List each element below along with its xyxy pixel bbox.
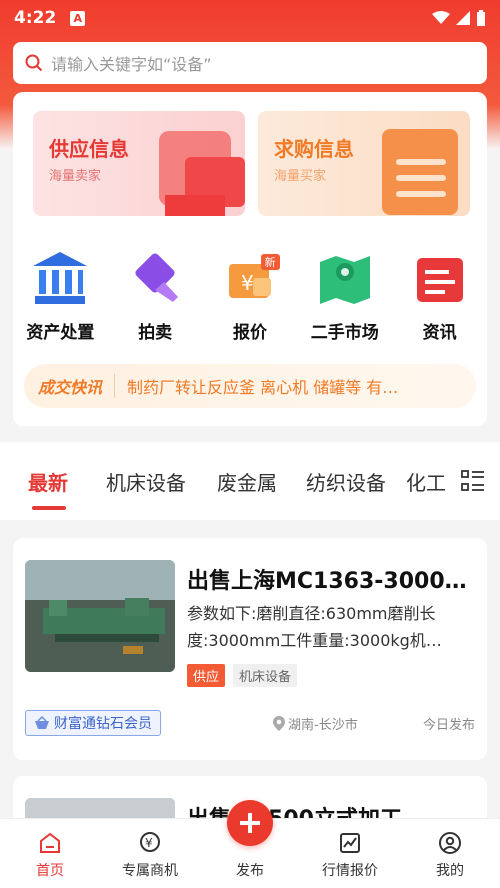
- status-time: 4:22: [14, 8, 57, 28]
- listing-description: 参数如下:磨削直径:630mm磨削长度:3000mm工件重量:3000kg机…: [187, 604, 442, 650]
- shortcut-second-hand[interactable]: 二手市场: [297, 250, 392, 350]
- nav-market-quotes[interactable]: 行情报价: [300, 819, 400, 888]
- shortcut-label: 资产处置: [26, 323, 95, 343]
- shortcut-label: 资讯: [422, 323, 457, 343]
- listing-title: 出售上海MC1363-3000…: [187, 569, 467, 594]
- member-badge: 财富通钻石会员: [25, 710, 161, 736]
- svg-text:¥: ¥: [145, 836, 153, 850]
- shortcut-row: 资产处置 拍卖 ¥ 新 报价 二手市场 资讯: [13, 250, 487, 350]
- nav-label: 发布: [236, 863, 264, 879]
- shortcut-asset-disposal[interactable]: 资产处置: [13, 250, 108, 350]
- shortcut-news[interactable]: 资讯: [392, 250, 487, 350]
- shortcut-auction[interactable]: 拍卖: [108, 250, 203, 350]
- shortcut-label: 报价: [232, 323, 267, 343]
- supply-title: 供应信息: [49, 137, 129, 161]
- gavel-icon: [135, 253, 179, 302]
- diamond-basket-icon: [35, 716, 49, 729]
- location-text: 湖南-长沙市: [288, 718, 358, 733]
- document-icon: [382, 129, 458, 215]
- status-bar: 4:22 A: [0, 0, 500, 36]
- new-badge: 新: [260, 254, 280, 270]
- grid-list-icon: [461, 470, 484, 491]
- yuan-icon: ¥: [140, 832, 160, 852]
- tab-latest[interactable]: 最新: [28, 467, 68, 496]
- signal-icon: [456, 11, 470, 25]
- supply-tag: 供应: [187, 664, 226, 687]
- active-tab-indicator: [32, 506, 66, 510]
- category-tag: 机床设备: [233, 664, 298, 687]
- shortcut-quote[interactable]: ¥ 新 报价: [203, 250, 298, 350]
- demand-title: 求购信息: [274, 137, 354, 161]
- status-icons: [432, 10, 486, 26]
- nav-label: 专属商机: [122, 863, 178, 879]
- demand-info-banner[interactable]: 求购信息 海量买家: [258, 111, 470, 216]
- member-label: 财富通钻石会员: [54, 716, 152, 732]
- shortcut-label: 拍卖: [138, 323, 173, 343]
- tab-scrap-metal[interactable]: 废金属: [217, 467, 277, 496]
- location-pin-icon: [273, 716, 285, 731]
- publish-time: 今日发布: [422, 718, 475, 733]
- nav-label: 首页: [36, 863, 64, 879]
- chart-icon: [340, 833, 360, 853]
- nav-opportunities[interactable]: ¥ 专属商机: [100, 819, 200, 888]
- map-icon: [319, 256, 370, 304]
- battery-icon: [477, 10, 485, 26]
- demand-subtitle: 海量买家: [274, 169, 327, 184]
- nav-home[interactable]: 首页: [0, 819, 100, 888]
- supply-info-banner[interactable]: 供应信息 海量卖家: [33, 111, 245, 216]
- ticker-tag: 成交快讯: [38, 374, 116, 398]
- category-tabs: 最新 机床设备 废金属 纺织设备 化工: [0, 442, 500, 520]
- search-input[interactable]: 请输入关键字如“设备”: [51, 51, 212, 75]
- listing-image: [25, 560, 175, 672]
- supply-subtitle: 海量卖家: [49, 169, 102, 184]
- svg-text:¥: ¥: [241, 271, 254, 295]
- tab-textile[interactable]: 纺织设备: [306, 467, 386, 496]
- wifi-icon: [432, 11, 450, 24]
- tab-chemical[interactable]: 化工: [406, 467, 452, 496]
- tab-machine-tools[interactable]: 机床设备: [106, 467, 186, 496]
- plus-icon: [240, 813, 260, 833]
- home-icon: [40, 832, 60, 853]
- notification-badge: A: [70, 10, 86, 26]
- shortcut-label: 二手市场: [310, 323, 379, 343]
- news-icon: [416, 258, 463, 302]
- search-bar[interactable]: 请输入关键字如“设备”: [13, 42, 487, 84]
- nav-profile[interactable]: 我的: [400, 819, 500, 888]
- publish-button[interactable]: [227, 800, 273, 846]
- ticker-text: 制药厂转让反应釜 离心机 储罐等 有…: [127, 378, 399, 397]
- listing-card[interactable]: 出售上海MC1363-3000… 参数如下:磨削直径:630mm磨削长度:300…: [13, 538, 487, 760]
- machine-photo: [25, 560, 175, 672]
- box-icon: [159, 131, 245, 216]
- nav-label: 行情报价: [322, 863, 378, 879]
- profile-icon: [439, 832, 461, 854]
- more-categories-button[interactable]: [460, 468, 490, 498]
- nav-label: 我的: [436, 863, 464, 879]
- search-icon: [25, 54, 43, 72]
- bank-icon: [33, 252, 88, 304]
- listing-location: 湖南-长沙市: [273, 714, 358, 733]
- deal-news-ticker[interactable]: 成交快讯 制药厂转让反应釜 离心机 储罐等 有…: [24, 364, 476, 408]
